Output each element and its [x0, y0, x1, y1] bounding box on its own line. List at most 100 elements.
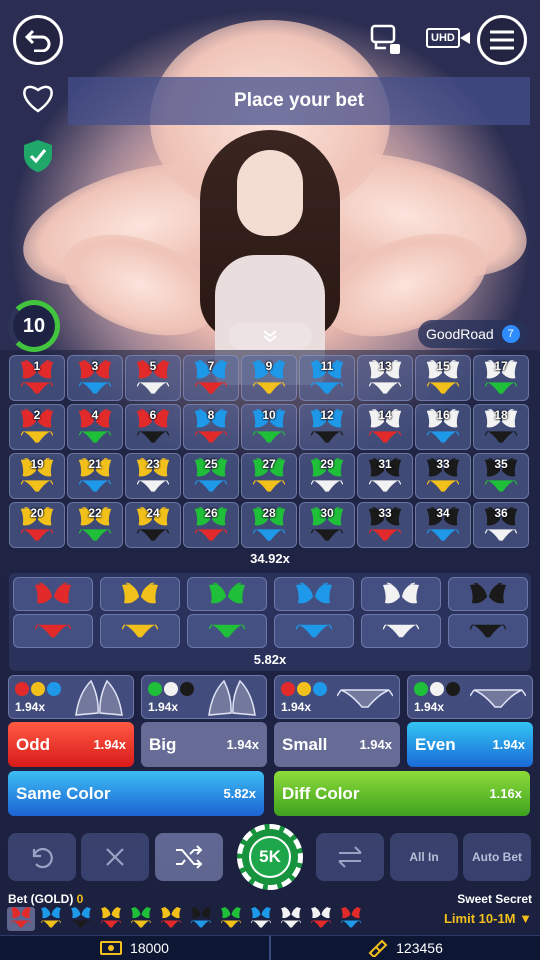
cell-number: 13	[378, 359, 392, 373]
cell-number: 10	[262, 408, 276, 422]
bet-cell[interactable]: 6	[125, 404, 181, 450]
side-bet-2[interactable]: 1.94x	[141, 675, 267, 719]
bet-cell[interactable]: 1	[9, 355, 65, 401]
bikini-bottom-icon	[485, 431, 517, 443]
color-bottom-bet[interactable]	[100, 614, 180, 648]
bet-cell[interactable]: 8	[183, 404, 239, 450]
undo-button[interactable]	[8, 833, 76, 881]
color-top-bet[interactable]	[100, 577, 180, 611]
bet-cell[interactable]: 35	[473, 453, 529, 499]
favorite-button[interactable]	[20, 82, 56, 119]
bet-cell[interactable]: 33	[357, 502, 413, 548]
bet-cell[interactable]: 25	[183, 453, 239, 499]
color-dot	[164, 682, 178, 696]
bet-cell[interactable]: 9	[241, 355, 297, 401]
outcome-label: Even	[415, 734, 456, 754]
bet-cell[interactable]: 15	[415, 355, 471, 401]
color-dot	[148, 682, 162, 696]
color-top-bet[interactable]	[274, 577, 354, 611]
color-bottom-bet[interactable]	[448, 614, 528, 648]
place-bet-title: Place your bet	[234, 90, 364, 111]
bet-cell[interactable]: 20	[9, 502, 65, 548]
bet-cell[interactable]: 23	[125, 453, 181, 499]
bikini-top-icon	[341, 907, 361, 919]
color-bottom-bet[interactable]	[274, 614, 354, 648]
bet-cell[interactable]: 21	[67, 453, 123, 499]
dealer-tag[interactable]: GoodRoad 7	[418, 320, 528, 348]
bet-amount: 0	[76, 892, 84, 906]
bet-cell[interactable]: 30	[299, 502, 355, 548]
bet-cell[interactable]: 7	[183, 355, 239, 401]
bikini-bottom-icon	[311, 382, 343, 394]
color-dot	[446, 682, 460, 696]
outcome-small-button[interactable]: Small 1.94x	[274, 722, 400, 767]
bikini-bottom-icon	[221, 920, 241, 928]
bet-cell[interactable]: 10	[241, 404, 297, 450]
outcome-odd-button[interactable]: Odd 1.94x	[8, 722, 134, 767]
history-item	[67, 907, 95, 931]
bet-cell[interactable]: 3	[67, 355, 123, 401]
bikini-bottom-icon	[79, 529, 111, 541]
chip-selector[interactable]: 5K	[237, 824, 303, 890]
points-display[interactable]: 123456	[269, 935, 540, 960]
quality-button[interactable]: UHD	[426, 28, 470, 48]
swap-arrows-icon	[338, 846, 362, 868]
bet-cell[interactable]: 18	[473, 404, 529, 450]
number-bet-grid: 1 3 5 7 9 11 13 15 17 2 4 6 8 10 12 14 16 18 19 21 23 25 27 29 3…	[9, 355, 531, 548]
side-bet-multiplier: 1.94x	[414, 700, 445, 714]
bet-cell[interactable]: 12	[299, 404, 355, 450]
bikini-bottom-icon	[21, 480, 53, 492]
color-top-bet[interactable]	[13, 577, 93, 611]
side-bet-1[interactable]: 1.94x	[8, 675, 134, 719]
cell-number: 14	[378, 408, 392, 422]
balance-display[interactable]: 18000	[0, 935, 269, 960]
clear-button[interactable]	[81, 833, 149, 881]
color-bottom-bet[interactable]	[13, 614, 93, 648]
bet-cell[interactable]: 4	[67, 404, 123, 450]
bet-cell[interactable]: 11	[299, 355, 355, 401]
bet-cell[interactable]: 26	[183, 502, 239, 548]
bikini-top-icon	[209, 582, 245, 604]
bet-cell[interactable]: 36	[473, 502, 529, 548]
bet-cell[interactable]: 14	[357, 404, 413, 450]
menu-button[interactable]	[477, 15, 527, 65]
color-bottom-bet[interactable]	[187, 614, 267, 648]
bet-cell[interactable]: 27	[241, 453, 297, 499]
repeat-bet-button[interactable]	[316, 833, 384, 881]
bet-cell[interactable]: 5	[125, 355, 181, 401]
bet-cell[interactable]: 22	[67, 502, 123, 548]
same-color-button[interactable]: Same Color 5.82x	[8, 771, 264, 816]
auto-bet-button[interactable]: Auto Bet	[463, 833, 531, 881]
bet-cell[interactable]: 33	[415, 453, 471, 499]
color-top-bet[interactable]	[187, 577, 267, 611]
outcome-multiplier: 1.94x	[93, 737, 126, 752]
bet-cell[interactable]: 28	[241, 502, 297, 548]
all-in-button[interactable]: All In	[390, 833, 458, 881]
bet-cell[interactable]: 17	[473, 355, 529, 401]
outcome-big-button[interactable]: Big 1.94x	[141, 722, 267, 767]
back-button[interactable]	[13, 15, 63, 65]
bet-cell[interactable]: 29	[299, 453, 355, 499]
bet-cell[interactable]: 31	[357, 453, 413, 499]
bet-cell[interactable]: 13	[357, 355, 413, 401]
bet-cell[interactable]: 16	[415, 404, 471, 450]
limit-selector[interactable]: Limit 10-1M ▼	[444, 911, 532, 926]
bikini-bottom-icon	[195, 529, 227, 541]
bet-info: Bet (GOLD) 0	[8, 892, 83, 906]
random-bet-button[interactable]	[155, 833, 223, 881]
camera-switch-button[interactable]	[368, 22, 404, 63]
color-bottom-bet[interactable]	[361, 614, 441, 648]
bet-cell[interactable]: 24	[125, 502, 181, 548]
color-top-bet[interactable]	[361, 577, 441, 611]
cell-number: 16	[436, 408, 450, 422]
collapse-toggle[interactable]	[228, 322, 312, 350]
side-bet-3[interactable]: 1.94x	[274, 675, 400, 719]
outcome-even-button[interactable]: Even 1.94x	[407, 722, 533, 767]
color-top-bet[interactable]	[448, 577, 528, 611]
bet-cell[interactable]: 2	[9, 404, 65, 450]
bet-cell[interactable]: 34	[415, 502, 471, 548]
diff-color-button[interactable]: Diff Color 1.16x	[274, 771, 530, 816]
bet-cell[interactable]: 19	[9, 453, 65, 499]
side-bet-4[interactable]: 1.94x	[407, 675, 533, 719]
bikini-bottom-icon	[311, 431, 343, 443]
